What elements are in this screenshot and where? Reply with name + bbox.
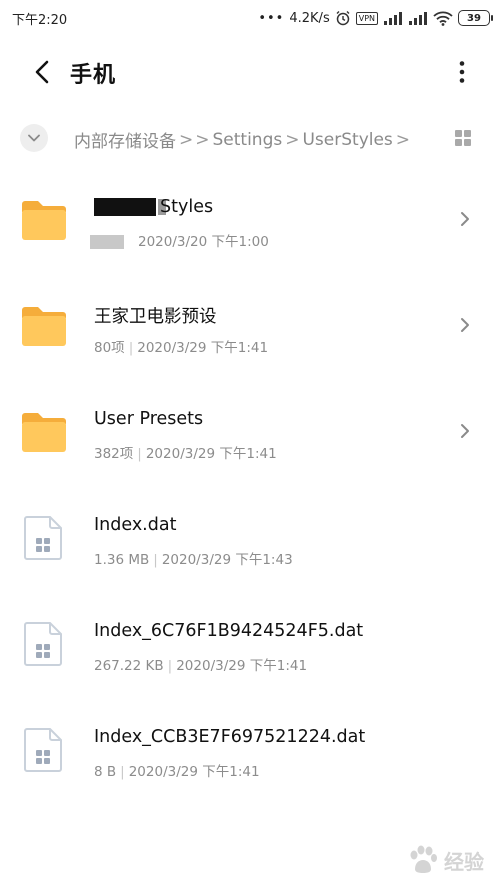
item-meta: 267.22 KB | 2020/3/29 下午1:41	[94, 658, 308, 674]
item-name: Index_CCB3E7F697521224.dat	[94, 727, 366, 747]
list-item[interactable]: 王家卫电影预设 80项 | 2020/3/29 下午1:41	[0, 266, 500, 372]
folder-icon	[22, 201, 66, 240]
status-bar: 下午2:20 ••• 4.2K/s VPN 39	[0, 0, 500, 36]
chevron-right-icon	[461, 212, 469, 226]
more-notifications-icon: •••	[258, 10, 285, 26]
item-meta: 80项 | 2020/3/29 下午1:41	[94, 340, 269, 356]
status-icons: ••• 4.2K/s VPN 39	[258, 10, 493, 26]
back-arrow-icon	[35, 60, 49, 84]
breadcrumb-item-userstyles[interactable]: UserStyles	[302, 130, 392, 150]
item-name: Styles	[94, 197, 213, 217]
alarm-icon	[336, 11, 350, 26]
folder-icon	[22, 307, 66, 346]
breadcrumb-item-settings[interactable]: Settings	[213, 130, 283, 150]
more-options-button[interactable]	[450, 56, 474, 88]
list-item[interactable]: Styles 2020/3/20 下午1:00	[0, 160, 500, 266]
file-list: Styles 2020/3/20 下午1:00 王家卫电影预设 80项 | 2020…	[0, 160, 500, 796]
item-name: Index_6C76F1B9424524F5.dat	[94, 621, 364, 641]
redaction	[94, 198, 156, 216]
file-icon	[24, 516, 62, 560]
breadcrumb-separator: >	[395, 129, 411, 150]
page-title: 手机	[70, 63, 117, 88]
signal-icon	[384, 12, 402, 25]
file-icon	[24, 622, 62, 666]
paw-logo-icon	[410, 845, 437, 873]
list-item[interactable]: Index_CCB3E7F697521224.dat 8 B | 2020/3/29…	[0, 690, 500, 796]
collapse-path-button[interactable]	[20, 124, 48, 152]
breadcrumb-separator-extra: >	[195, 129, 210, 150]
breadcrumb-separator: >	[285, 129, 300, 150]
breadcrumb: 内部存储设备 > > Settings > UserStyles >	[74, 127, 413, 153]
list-item[interactable]: Index.dat 1.36 MB | 2020/3/29 下午1:43	[0, 478, 500, 584]
signal-icon-2	[409, 12, 427, 25]
more-vertical-icon	[459, 61, 465, 83]
file-icon	[24, 728, 62, 772]
breadcrumb-separator: >	[179, 129, 194, 150]
watermark: 经验	[406, 845, 484, 875]
breadcrumb-bar: 内部存储设备 > > Settings > UserStyles >	[0, 118, 500, 158]
item-name: Index.dat	[94, 515, 177, 535]
app-header: 手机	[0, 46, 500, 98]
network-speed: 4.2K/s	[289, 10, 330, 26]
folder-icon	[22, 413, 66, 452]
item-meta: 1.36 MB | 2020/3/29 下午1:43	[94, 552, 293, 568]
status-time: 下午2:20	[12, 12, 68, 28]
chevron-down-icon	[28, 134, 40, 142]
back-button[interactable]	[26, 56, 58, 88]
list-item[interactable]: User Presets 382项 | 2020/3/29 下午1:41	[0, 372, 500, 478]
chevron-right-icon	[461, 424, 469, 438]
item-meta: 2020/3/20 下午1:00	[90, 230, 269, 250]
redaction	[90, 235, 124, 249]
list-item[interactable]: Index_6C76F1B9424524F5.dat 267.22 KB | 202…	[0, 584, 500, 690]
item-name: 王家卫电影预设	[94, 307, 217, 327]
item-meta: 382项 | 2020/3/29 下午1:41	[94, 446, 277, 462]
chevron-right-icon	[461, 318, 469, 332]
grid-view-icon[interactable]	[454, 129, 472, 147]
item-meta: 8 B | 2020/3/29 下午1:41	[94, 764, 260, 780]
item-name: User Presets	[94, 409, 204, 429]
battery-icon: 39	[458, 10, 493, 26]
breadcrumb-root[interactable]: 内部存储设备	[74, 127, 176, 152]
vpn-badge: VPN	[355, 11, 378, 25]
wifi-icon	[433, 11, 453, 26]
watermark-text: 经验	[444, 849, 484, 874]
